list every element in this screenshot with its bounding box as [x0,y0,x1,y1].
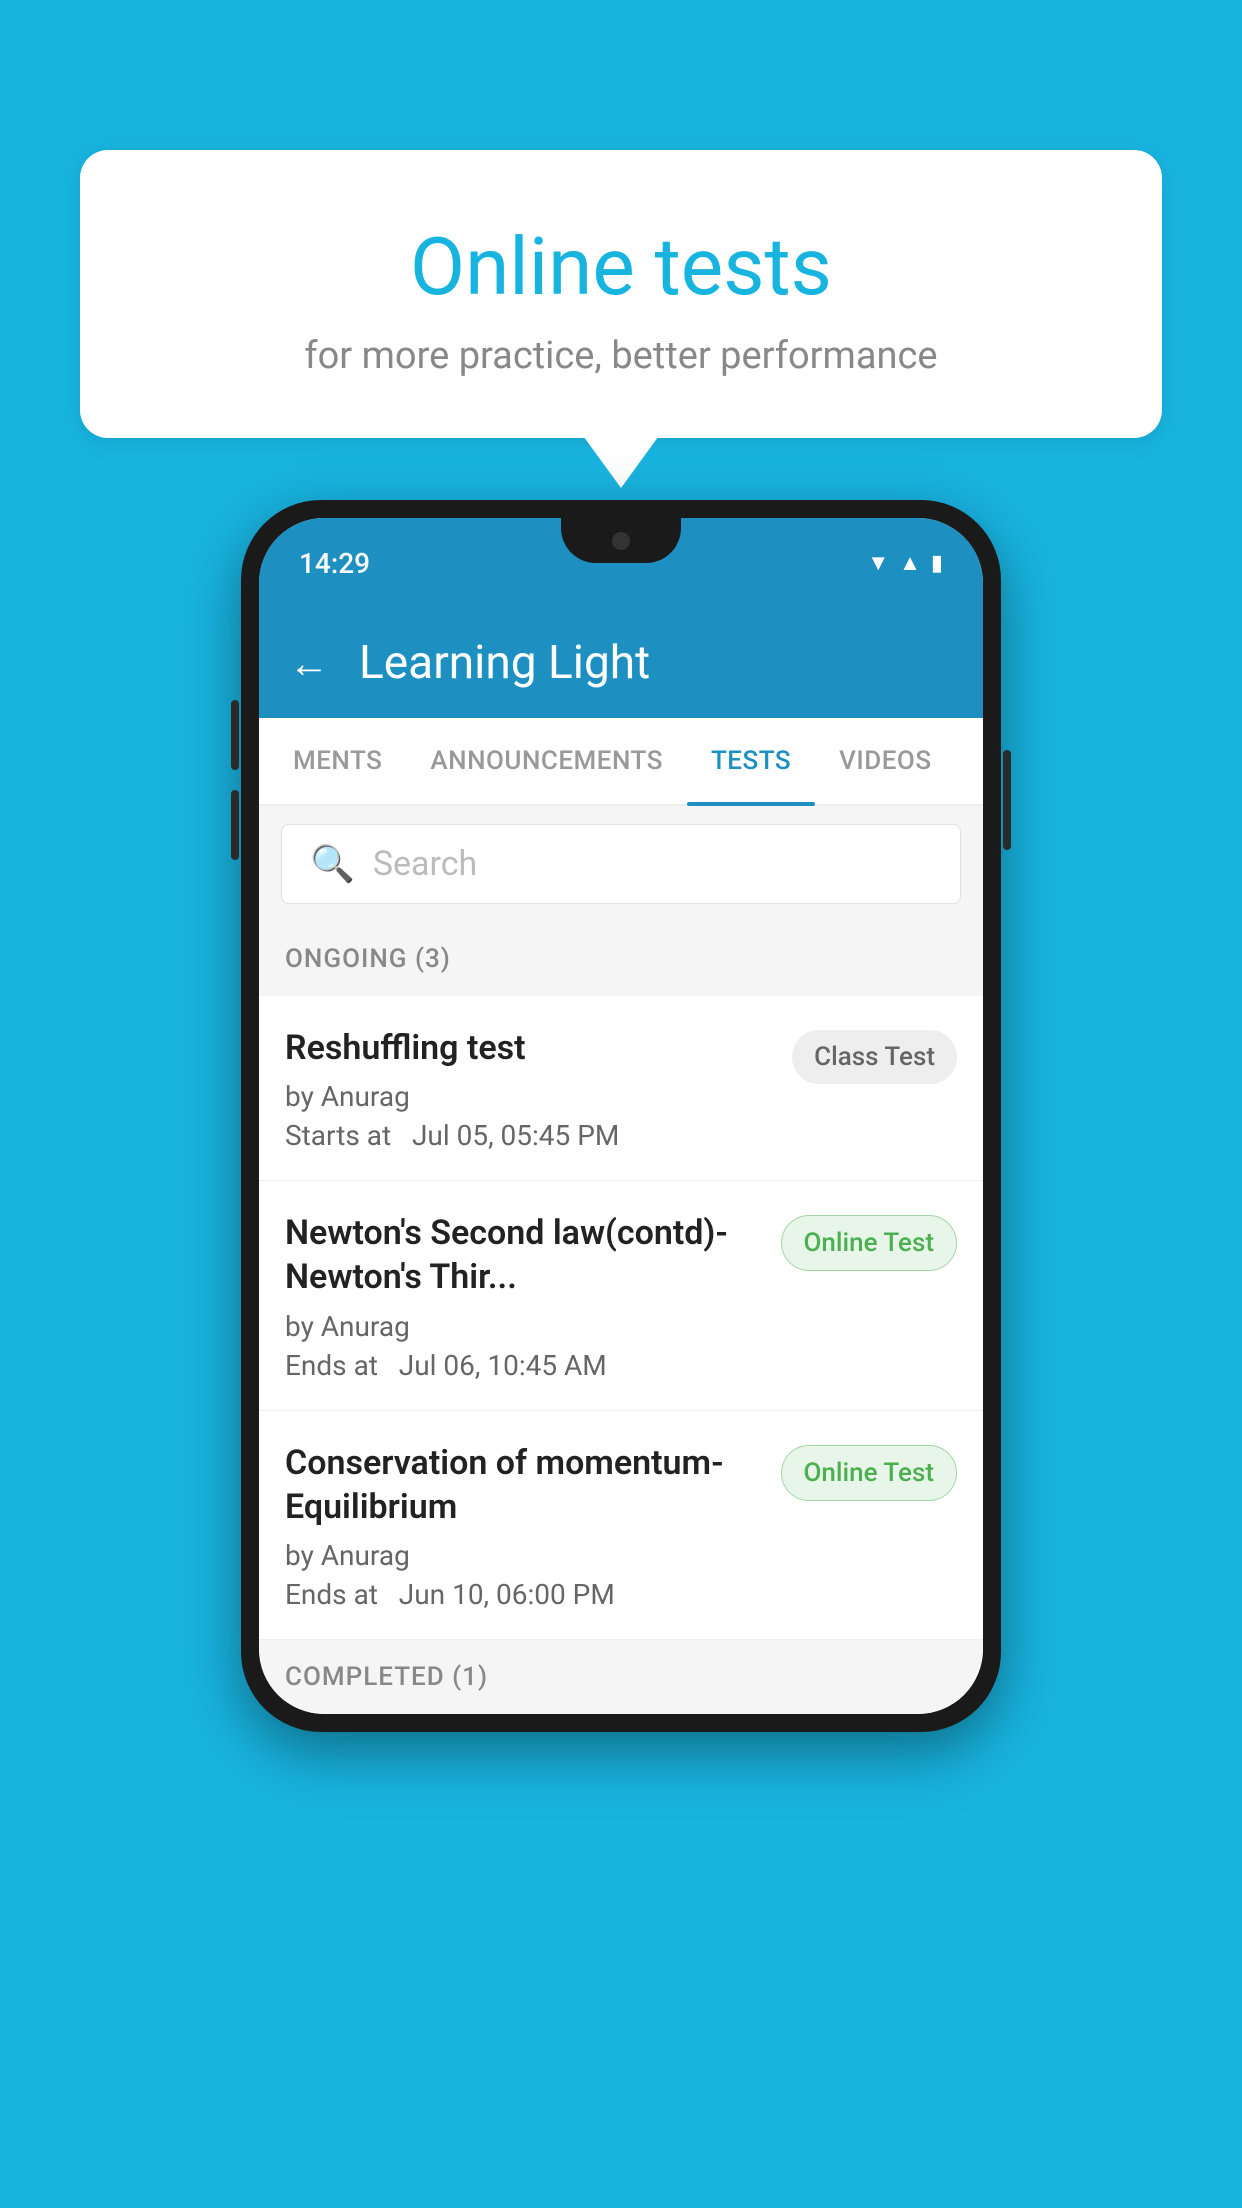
volume-up-button [231,700,239,770]
tab-videos[interactable]: VIDEOS [815,718,955,804]
test-info: Conservation of momentum-Equilibrium by … [285,1441,761,1611]
completed-label: COMPLETED (1) [285,1662,488,1692]
search-icon: 🔍 [310,843,355,885]
signal-icon: ▲ [899,550,921,576]
test-author: by Anurag [285,1080,772,1113]
tab-announcements[interactable]: ANNOUNCEMENTS [406,718,687,804]
phone-screen: 14:29 ▼ ▲ ▮ ← Learning Light MENTS ANNOU… [259,518,983,1714]
tabs-bar: MENTS ANNOUNCEMENTS TESTS VIDEOS [259,718,983,806]
search-bar[interactable]: 🔍 Search [281,824,961,904]
test-time: Ends at Jun 10, 06:00 PM [285,1578,761,1611]
status-time: 14:29 [299,547,370,580]
search-placeholder: Search [373,844,477,884]
camera-dot [612,532,630,550]
phone-wrapper: 14:29 ▼ ▲ ▮ ← Learning Light MENTS ANNOU… [241,500,1001,1732]
test-item[interactable]: Conservation of momentum-Equilibrium by … [259,1411,983,1640]
ongoing-label: ONGOING (3) [285,944,451,974]
test-name: Conservation of momentum-Equilibrium [285,1441,761,1529]
test-author: by Anurag [285,1539,761,1572]
test-item[interactable]: Reshuffling test by Anurag Starts at Jul… [259,996,983,1181]
test-list: Reshuffling test by Anurag Starts at Jul… [259,996,983,1640]
test-name: Reshuffling test [285,1026,772,1070]
status-bar: 14:29 ▼ ▲ ▮ [259,518,983,608]
speech-bubble-container: Online tests for more practice, better p… [80,150,1162,438]
phone-outer: 14:29 ▼ ▲ ▮ ← Learning Light MENTS ANNOU… [241,500,1001,1732]
battery-icon: ▮ [931,551,943,576]
tab-ments[interactable]: MENTS [269,718,406,804]
test-info: Reshuffling test by Anurag Starts at Jul… [285,1026,772,1152]
app-header: ← Learning Light [259,608,983,718]
bubble-title: Online tests [140,220,1102,314]
wifi-icon: ▼ [867,550,889,576]
app-title: Learning Light [359,636,650,690]
tab-tests[interactable]: TESTS [687,718,815,804]
phone-notch [561,518,681,563]
search-container: 🔍 Search [259,806,983,922]
speech-bubble: Online tests for more practice, better p… [80,150,1162,438]
test-badge-online: Online Test [781,1215,958,1271]
test-time: Ends at Jul 06, 10:45 AM [285,1349,761,1382]
back-button[interactable]: ← [289,640,329,687]
power-button [1003,750,1011,850]
bubble-subtitle: for more practice, better performance [140,334,1102,378]
test-item[interactable]: Newton's Second law(contd)-Newton's Thir… [259,1181,983,1410]
test-name: Newton's Second law(contd)-Newton's Thir… [285,1211,761,1299]
test-time: Starts at Jul 05, 05:45 PM [285,1119,772,1152]
test-author: by Anurag [285,1310,761,1343]
test-badge-online: Online Test [781,1445,958,1501]
test-info: Newton's Second law(contd)-Newton's Thir… [285,1211,761,1381]
completed-section-header: COMPLETED (1) [259,1640,983,1714]
ongoing-section-header: ONGOING (3) [259,922,983,996]
volume-down-button [231,790,239,860]
status-icons: ▼ ▲ ▮ [867,550,943,576]
test-badge-class: Class Test [792,1030,957,1084]
